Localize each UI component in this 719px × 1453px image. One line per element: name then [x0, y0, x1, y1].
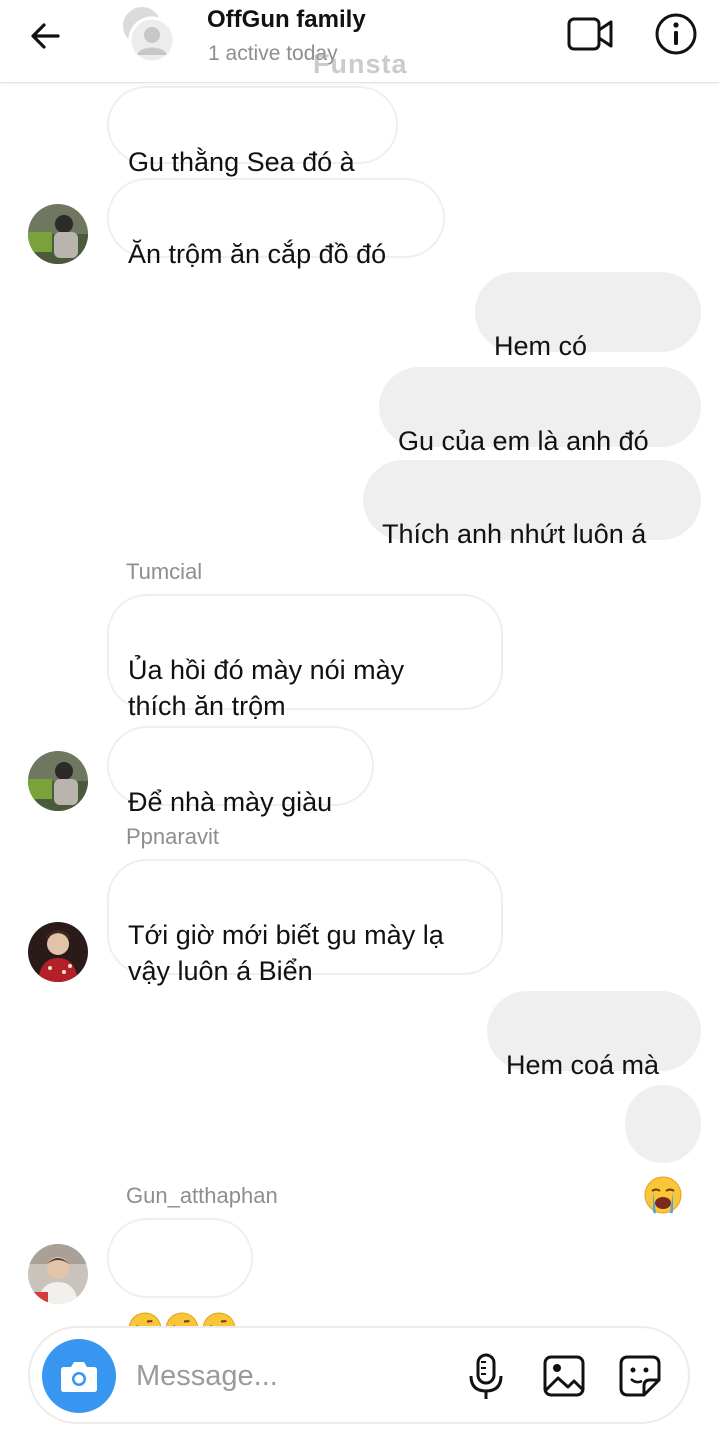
message-text: Hem coá mà: [506, 1050, 660, 1080]
avatar[interactable]: [28, 922, 88, 982]
message-text: Để nhà mày giàu: [128, 787, 333, 817]
message-bubble-outgoing[interactable]: [625, 1085, 701, 1214]
message-bubble-incoming[interactable]: Để nhà mày giàu: [107, 726, 374, 817]
avatar[interactable]: [28, 1244, 88, 1304]
message-bubble-incoming[interactable]: Ủa hồi đó mày nói mày thích ăn trộm: [107, 594, 503, 721]
chat-header: OffGun family 1 active today Funsta: [0, 0, 719, 83]
message-bubble-incoming[interactable]: Tới giờ mới biết gu mày lạ vậy luôn á Bi…: [107, 859, 503, 986]
message-bubble-incoming[interactable]: Ăn trộm ăn cắp đồ đó: [107, 178, 445, 269]
message-text: Gu thằng Sea đó à: [128, 147, 355, 177]
camera-icon: [61, 1362, 97, 1392]
chat-title[interactable]: OffGun family: [207, 6, 366, 34]
message-input[interactable]: [134, 1350, 458, 1402]
message-text: Hem có: [494, 331, 588, 361]
message-text: Gu của em là anh đó: [398, 426, 649, 456]
watermark: Funsta: [313, 49, 408, 79]
sender-name: Ppnaravit: [126, 824, 219, 849]
message-text: Ủa hồi đó mày nói mày thích ăn trộm: [128, 655, 405, 721]
sticker-icon[interactable]: [618, 1354, 662, 1398]
camera-button[interactable]: [42, 1339, 116, 1413]
sender-name: Tumcial: [126, 559, 203, 584]
info-icon[interactable]: [654, 12, 698, 56]
message-bubble-outgoing[interactable]: Gu của em là anh đó: [379, 367, 701, 456]
message-bubble-incoming[interactable]: [107, 1218, 253, 1346]
message-composer: [28, 1326, 690, 1424]
message-text: Tới giờ mới biết gu mày lạ vậy luôn á Bi…: [128, 920, 444, 986]
crying-face-emoji-icon: [643, 1139, 683, 1224]
message-text: Ăn trộm ăn cắp đồ đó: [128, 239, 387, 269]
gallery-icon[interactable]: [542, 1354, 586, 1398]
message-bubble-incoming[interactable]: Gu thằng Sea đó à: [107, 86, 398, 177]
message-bubble-outgoing[interactable]: Hem coá mà: [487, 991, 701, 1080]
video-call-icon[interactable]: [566, 14, 616, 54]
group-avatar[interactable]: [116, 4, 178, 66]
back-arrow-icon[interactable]: [26, 16, 66, 56]
sender-name: Gun_atthaphan: [126, 1183, 278, 1208]
message-bubble-outgoing[interactable]: Thích anh nhứt luôn á: [363, 460, 701, 549]
message-bubble-outgoing[interactable]: Hem có: [475, 272, 701, 433]
avatar[interactable]: [28, 204, 88, 264]
microphone-icon[interactable]: [466, 1352, 506, 1402]
message-text: Thích anh nhứt luôn á: [382, 519, 647, 549]
avatar[interactable]: [28, 751, 88, 811]
